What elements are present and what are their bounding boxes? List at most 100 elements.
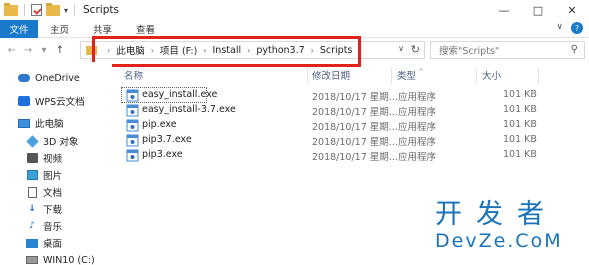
customize-toolbar-icon[interactable]: ▾: [64, 6, 68, 15]
video-icon: [26, 152, 38, 164]
sidebar-item-pictures[interactable]: 图片: [26, 167, 62, 183]
sidebar-item-documents[interactable]: 文档: [26, 184, 62, 200]
sidebar-item-desktop[interactable]: 桌面: [26, 235, 62, 251]
watermark-english: DevZe.CoM: [435, 230, 563, 252]
title-bar: ▾ Scripts — □ ✕: [0, 0, 589, 20]
column-divider[interactable]: [538, 68, 539, 84]
file-row[interactable]: pip3.7.exe 2018/10/17 星期... 应用程序 101 KB: [120, 133, 540, 148]
column-type[interactable]: 类型: [397, 68, 416, 82]
sidebar-item-label: 图片: [43, 171, 63, 182]
back-arrow-icon[interactable]: ←: [4, 45, 20, 56]
exe-file-icon: [126, 104, 139, 117]
tab-view[interactable]: 查看: [124, 22, 167, 36]
window-controls: — □ ✕: [487, 0, 589, 20]
sidebar-item-label: 文档: [43, 188, 63, 199]
watermark-chinese: 开发者: [435, 199, 558, 230]
sidebar-item-label: 桌面: [43, 239, 63, 250]
file-date: 2018/10/17 星期...: [312, 107, 398, 118]
exe-file-icon: [126, 134, 139, 147]
file-type: 应用程序: [398, 92, 437, 103]
search-icon: ⚲: [570, 44, 578, 55]
folder-icon: [4, 2, 18, 16]
column-divider[interactable]: [391, 68, 392, 84]
properties-icon[interactable]: [31, 4, 42, 16]
sidebar-item-label: 视频: [43, 154, 63, 165]
file-date: 2018/10/17 星期...: [312, 152, 398, 163]
tab-share[interactable]: 共享: [81, 22, 124, 36]
file-row[interactable]: pip3.exe 2018/10/17 星期... 应用程序 101 KB: [120, 148, 540, 163]
this-pc-icon: [18, 117, 30, 129]
sidebar-item-this-pc[interactable]: 此电脑: [18, 115, 64, 131]
file-size: 101 KB: [503, 149, 537, 160]
refresh-icon[interactable]: ↻: [411, 43, 420, 56]
file-size: 101 KB: [503, 89, 537, 100]
sidebar-item-wps[interactable]: WPS云文档: [18, 93, 85, 109]
maximize-button[interactable]: □: [521, 0, 555, 20]
sidebar-item-music[interactable]: ♪ 音乐: [26, 218, 62, 234]
highlight-box: [92, 36, 361, 67]
expand-ribbon-icon[interactable]: ∨: [556, 22, 563, 34]
ribbon-right: ∨ ?: [556, 22, 583, 34]
file-type: 应用程序: [398, 152, 437, 163]
sidebar-item-label: 音乐: [43, 222, 63, 233]
file-date: 2018/10/17 星期...: [312, 122, 398, 133]
search-input[interactable]: 搜索"Scripts" ⚲: [430, 41, 585, 59]
tab-file[interactable]: 文件: [0, 19, 38, 38]
recent-locations-icon[interactable]: ▾: [36, 45, 52, 56]
exe-file-icon: [126, 149, 139, 162]
column-size[interactable]: 大小: [482, 68, 501, 82]
column-name[interactable]: 名称: [124, 68, 143, 82]
address-dropdown-icon[interactable]: ∨: [398, 44, 404, 53]
focus-rectangle: [121, 87, 207, 103]
pictures-icon: [26, 169, 38, 181]
search-placeholder: 搜索"Scripts": [439, 46, 500, 57]
separator: [24, 4, 25, 16]
column-divider[interactable]: [307, 68, 308, 84]
file-date: 2018/10/17 星期...: [312, 137, 398, 148]
sort-arrow-icon: ^: [418, 68, 424, 76]
forward-arrow-icon[interactable]: →: [20, 45, 36, 56]
file-size: 101 KB: [503, 134, 537, 145]
file-name: easy_install-3.7.exe: [142, 104, 236, 115]
sidebar-item-3d-objects[interactable]: 3D 对象: [25, 133, 79, 149]
column-date[interactable]: 修改日期: [312, 68, 350, 82]
up-arrow-icon[interactable]: ↑: [52, 45, 68, 56]
file-name: pip.exe: [142, 119, 177, 130]
help-icon[interactable]: ?: [571, 22, 583, 34]
sidebar-item-label: 3D 对象: [43, 137, 79, 148]
separator: [74, 4, 76, 16]
file-row[interactable]: easy_install-3.7.exe 2018/10/17 星期... 应用…: [120, 103, 540, 118]
3d-objects-icon: [25, 134, 39, 148]
music-icon: ♪: [29, 221, 35, 231]
sidebar-item-label: OneDrive: [35, 72, 80, 84]
column-divider[interactable]: [476, 68, 477, 84]
file-size: 101 KB: [503, 104, 537, 115]
file-name: pip3.7.exe: [142, 134, 192, 145]
new-folder-icon[interactable]: [46, 2, 60, 16]
sidebar-item-label: WPS云文档: [35, 97, 85, 108]
wps-cloud-icon: [18, 95, 30, 107]
navigation-pane: OneDrive WPS云文档 此电脑 3D 对象 视频 图片 文档 ↓ 下载 …: [0, 62, 112, 265]
file-size: 101 KB: [503, 119, 537, 130]
file-name: pip3.exe: [142, 149, 183, 160]
exe-file-icon: [126, 119, 139, 132]
quick-access-toolbar: ▾: [0, 2, 77, 16]
desktop-icon: [26, 237, 38, 249]
file-row[interactable]: pip.exe 2018/10/17 星期... 应用程序 101 KB: [120, 118, 540, 133]
sidebar-item-downloads[interactable]: ↓ 下载: [26, 201, 62, 217]
column-header: ^ 名称 修改日期 类型 大小: [118, 66, 589, 84]
sidebar-item-drive-c[interactable]: WIN10 (C:): [26, 252, 95, 265]
sidebar-item-videos[interactable]: 视频: [26, 150, 62, 166]
close-button[interactable]: ✕: [555, 0, 589, 20]
window-title: Scripts: [83, 4, 119, 16]
tab-home[interactable]: 主页: [38, 22, 81, 36]
download-icon: ↓: [28, 204, 36, 214]
file-type: 应用程序: [398, 137, 437, 148]
onedrive-icon: [18, 72, 30, 84]
sidebar-item-label: 下载: [43, 205, 63, 216]
minimize-button[interactable]: —: [487, 0, 521, 20]
documents-icon: [26, 186, 38, 198]
file-type: 应用程序: [398, 107, 437, 118]
sidebar-item-onedrive[interactable]: OneDrive: [18, 70, 80, 86]
sidebar-item-label: WIN10 (C:): [43, 254, 95, 265]
